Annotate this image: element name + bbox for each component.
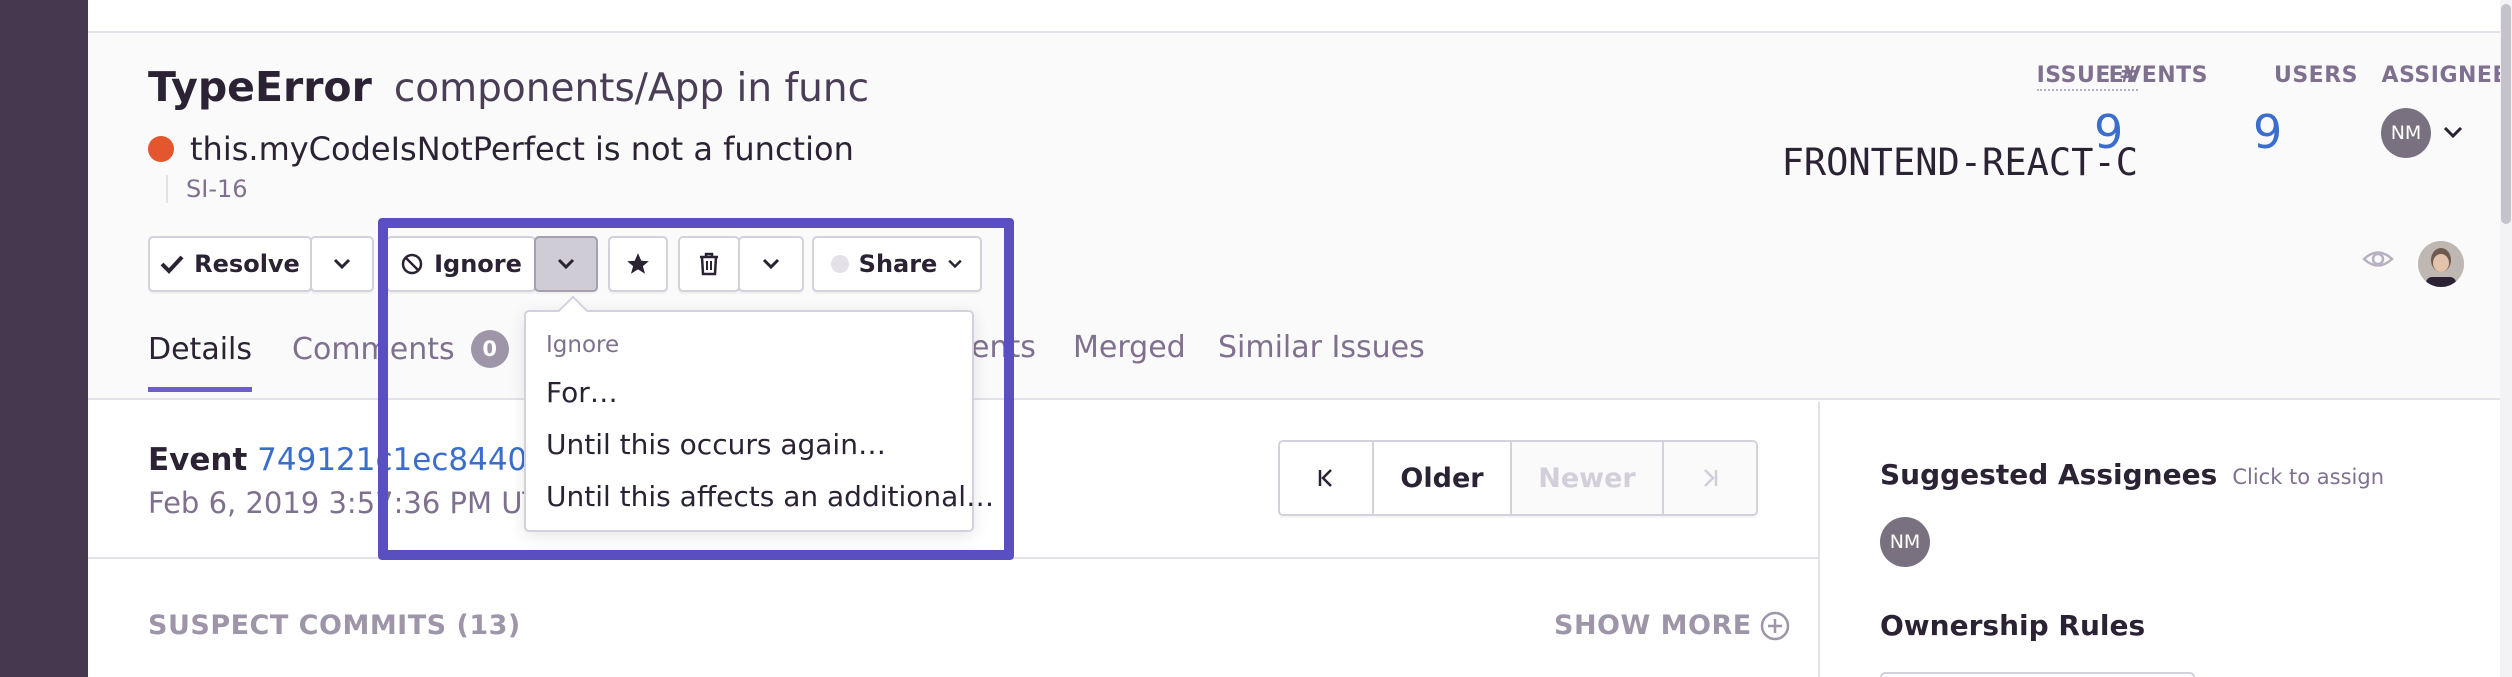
assignee-label: ASSIGNEE	[2381, 63, 2508, 88]
newer-button[interactable]: Newer	[1512, 442, 1664, 514]
show-more-label: SHOW MORE	[1554, 610, 1752, 641]
resolve-label: Resolve	[194, 250, 300, 278]
resolve-button[interactable]: Resolve	[148, 236, 312, 292]
newest-button[interactable]	[1664, 442, 1756, 514]
checkmark-icon	[160, 255, 184, 274]
tab-details-label: Details	[148, 331, 253, 367]
issue-number-value[interactable]: FRONTEND-REACT-C	[1782, 141, 2138, 184]
issue-type: TypeError	[148, 63, 372, 111]
suggested-assignee-avatar[interactable]: NM	[1880, 517, 1930, 567]
assignee-stat: ASSIGNEE	[2338, 63, 2508, 88]
assignee-chevron-down-icon[interactable]	[2443, 120, 2463, 144]
ownership-rules-title: Ownership Rules	[1880, 609, 2146, 642]
older-button[interactable]: Older	[1374, 442, 1512, 514]
tab-details[interactable]: Details	[148, 330, 253, 392]
tab-merged-label: Merged	[1073, 330, 1186, 365]
issue-message-row: this.myCodeIsNotPerfect is not a functio…	[148, 130, 854, 168]
event-label: Event	[148, 442, 248, 478]
first-page-icon	[1318, 469, 1332, 487]
error-level-icon	[148, 136, 174, 162]
suspect-commits-title: SUSPECT COMMITS (13)	[148, 610, 521, 641]
suggested-assignees-title: Suggested Assignees	[1880, 458, 2218, 491]
issue-title: TypeError components/App in func	[148, 63, 869, 111]
tab-merged[interactable]: Merged	[1073, 330, 1186, 387]
top-strip	[88, 0, 2500, 33]
plus-circle-icon	[1760, 611, 1789, 640]
issue-short-id: SI-16	[166, 175, 248, 203]
tab-similar-issues[interactable]: Similar Issues	[1218, 330, 1425, 387]
resolve-dropdown-button[interactable]	[310, 236, 374, 292]
eye-icon[interactable]	[2362, 248, 2394, 274]
scrollbar[interactable]	[2500, 0, 2512, 677]
user-avatar[interactable]	[2418, 241, 2464, 287]
highlight-box	[378, 218, 1014, 560]
event-pager: Older Newer	[1278, 440, 1758, 516]
events-count[interactable]: 9	[2094, 105, 2123, 159]
issue-message: this.myCodeIsNotPerfect is not a functio…	[190, 130, 854, 168]
ownership-rules-button[interactable]	[1880, 672, 2195, 677]
issue-culprit: components/App in func	[393, 66, 870, 111]
oldest-button[interactable]	[1280, 442, 1374, 514]
suggested-assignees-heading: Suggested Assignees Click to assign	[1880, 458, 2384, 491]
chevron-down-icon	[333, 258, 351, 270]
scrollbar-thumb[interactable]	[2501, 4, 2511, 224]
events-stat: EVENTS	[2008, 63, 2208, 88]
last-page-icon	[1704, 469, 1718, 487]
assignee-avatar[interactable]: NM	[2381, 108, 2431, 158]
users-stat: USERS	[2188, 63, 2358, 88]
users-count[interactable]: 9	[2253, 105, 2282, 159]
left-sidebar-rail	[0, 0, 88, 677]
issue-sidebar: Suggested Assignees Click to assign NM O…	[1820, 402, 2500, 677]
click-to-assign-hint: Click to assign	[2232, 465, 2385, 489]
tab-similar-label: Similar Issues	[1218, 330, 1425, 365]
show-more-button[interactable]: SHOW MORE	[1554, 610, 1790, 641]
